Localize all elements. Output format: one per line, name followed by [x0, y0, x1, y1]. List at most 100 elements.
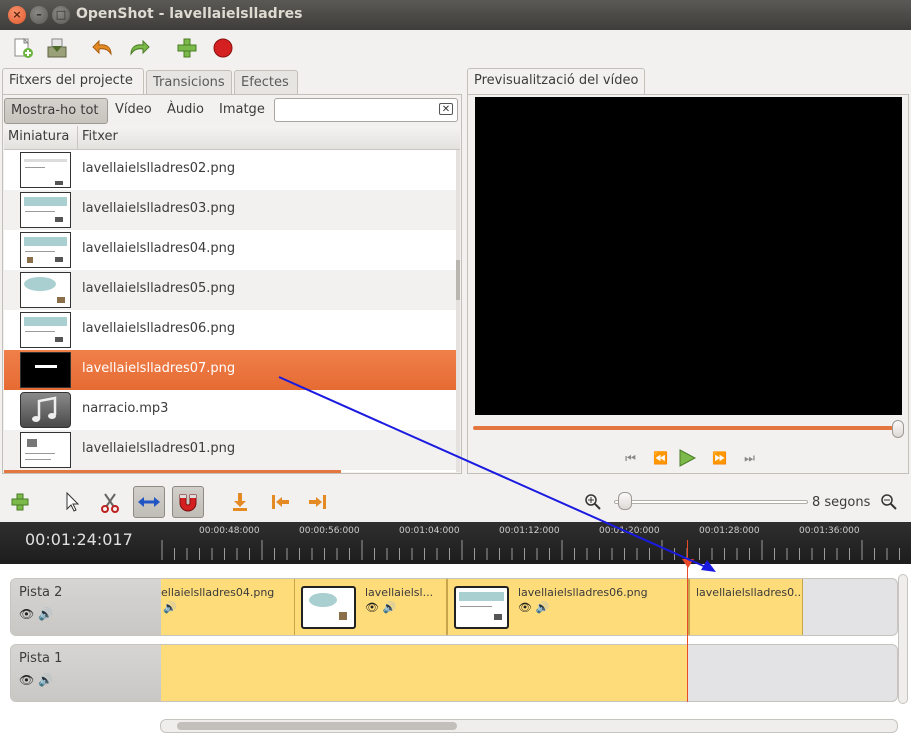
clip-name: lavellaielslladres0...: [696, 586, 802, 599]
rewind-icon[interactable]: ⏪: [649, 448, 669, 468]
window-maximize-button[interactable]: □: [52, 6, 70, 24]
timeline-clip[interactable]: lavellaielslladres06.png 👁 🔊: [447, 579, 689, 635]
undo-arrow-icon: [92, 39, 112, 56]
add-marker-button[interactable]: [224, 486, 256, 518]
timeline-clip[interactable]: lavellaielslladres0...: [689, 579, 803, 635]
zoom-slider[interactable]: [614, 500, 808, 504]
table-row[interactable]: lavellaielslladres01.png: [4, 430, 460, 470]
tick-label: 00:00:56:000: [299, 526, 360, 536]
tab-project-files[interactable]: Fitxers del projecte: [2, 68, 144, 95]
select-tool-button[interactable]: [56, 486, 88, 518]
play-button[interactable]: [677, 448, 697, 468]
speaker-icon: 🔊: [535, 601, 550, 614]
tick-label: 00:01:20:000: [599, 526, 660, 536]
resize-tool-button[interactable]: [133, 486, 165, 518]
next-marker-icon: [309, 495, 326, 509]
jump-end-icon[interactable]: ⏭: [738, 448, 758, 468]
filter-all-button[interactable]: Mostra-ho tot: [4, 98, 108, 124]
window-minimize-button[interactable]: –: [30, 6, 48, 24]
new-project-button[interactable]: [8, 34, 38, 62]
save-project-button[interactable]: [42, 34, 72, 62]
track-pista-1[interactable]: Pista 1 👁 🔊: [10, 644, 898, 702]
column-header-thumbnail[interactable]: Miniatura: [8, 129, 69, 144]
speaker-icon[interactable]: 🔊: [38, 673, 53, 687]
zoom-in-icon[interactable]: [584, 493, 602, 511]
file-name: lavellaielslladres07.png: [82, 361, 236, 376]
export-video-icon: [213, 38, 233, 58]
zoom-slider-handle[interactable]: [618, 492, 632, 510]
filter-audio-button[interactable]: Àudio: [161, 98, 210, 124]
table-row[interactable]: lavellaielslladres02.png: [4, 150, 460, 190]
thumbnail: [20, 192, 71, 228]
timeline-hscrollbar[interactable]: [160, 719, 898, 733]
file-name: lavellaielslladres06.png: [82, 321, 236, 336]
file-name: narracio.mp3: [82, 401, 169, 416]
tab-transitions[interactable]: Transicions: [146, 70, 232, 96]
zoom-label: 8 segons: [812, 495, 871, 510]
zoom-out-icon[interactable]: [880, 493, 898, 511]
file-list-hscrollbar[interactable]: [4, 470, 341, 473]
file-name: lavellaielslladres05.png: [82, 281, 236, 296]
file-name: lavellaielslladres01.png: [82, 441, 236, 456]
razor-tool-button[interactable]: [94, 486, 126, 518]
speaker-icon: 🔊: [382, 601, 397, 614]
table-row-selected[interactable]: lavellaielslladres07.png: [4, 350, 460, 390]
timeline-clip[interactable]: lavellaielsl... 👁 🔊: [294, 579, 447, 635]
track-controls: 👁 🔊: [19, 607, 53, 621]
add-files-icon: [177, 38, 197, 58]
main-toolbar: [0, 30, 911, 66]
playhead-marker-icon[interactable]: [681, 558, 695, 570]
table-row[interactable]: narracio.mp3: [4, 390, 460, 430]
visibility-eye-icon[interactable]: 👁: [19, 673, 34, 687]
speaker-icon[interactable]: 🔊: [38, 607, 53, 621]
timeline-clip[interactable]: [161, 645, 688, 701]
window-close-button[interactable]: ×: [8, 6, 26, 24]
file-table: Miniatura Fitxer lavellaielslladres02.pn…: [4, 126, 460, 472]
scrollbar-thumb[interactable]: [456, 260, 460, 300]
clip-name: lavellaielsl...: [365, 586, 434, 599]
resize-arrows-icon: [138, 497, 160, 507]
preview-seek-bar[interactable]: [473, 426, 899, 430]
timeline-clip[interactable]: ellaielslladres04.png 🔊: [161, 579, 295, 635]
track-name: Pista 1: [19, 651, 63, 666]
table-row[interactable]: lavellaielslladres06.png: [4, 310, 460, 350]
add-track-button[interactable]: [4, 486, 36, 518]
timeline-vscrollbar[interactable]: [898, 574, 908, 704]
tab-video-preview[interactable]: Previsualització del vídeo: [467, 68, 646, 95]
clear-search-icon[interactable]: ✕: [439, 103, 453, 115]
file-list-scrollbar[interactable]: [456, 150, 460, 472]
column-divider: [77, 126, 78, 150]
clip-name: lavellaielslladres06.png: [518, 586, 648, 599]
next-marker-button[interactable]: [302, 486, 334, 518]
table-header: Miniatura Fitxer: [4, 126, 460, 150]
table-row[interactable]: lavellaielslladres03.png: [4, 190, 460, 230]
table-row[interactable]: lavellaielslladres05.png: [4, 270, 460, 310]
file-name: lavellaielslladres02.png: [82, 161, 236, 176]
tick-label: 00:01:28:000: [699, 526, 760, 536]
previous-marker-button[interactable]: [264, 486, 296, 518]
add-track-icon: [11, 493, 29, 511]
scrollbar-thumb[interactable]: [177, 722, 457, 730]
jump-start-icon[interactable]: ⏮: [619, 448, 639, 468]
marker-icon: [233, 493, 247, 511]
preview-seek-handle[interactable]: [892, 420, 904, 438]
thumbnail: [20, 152, 71, 188]
fast-forward-icon[interactable]: ⏩: [708, 448, 728, 468]
import-files-button[interactable]: [172, 34, 202, 62]
track-pista-2[interactable]: Pista 2 👁 🔊 ellaielslladres04.png 🔊 lave…: [10, 578, 898, 636]
track-header: Pista 2 👁 🔊: [11, 579, 161, 635]
undo-button[interactable]: [88, 34, 118, 62]
column-header-file[interactable]: Fitxer: [82, 129, 118, 144]
clip-thumbnail: [454, 586, 509, 629]
table-row[interactable]: lavellaielslladres04.png: [4, 230, 460, 270]
filter-image-button[interactable]: Imatge: [213, 98, 271, 124]
search-input[interactable]: ✕: [274, 98, 458, 122]
redo-button[interactable]: [124, 34, 154, 62]
export-video-button[interactable]: [208, 34, 238, 62]
tab-effects[interactable]: Efectes: [234, 70, 298, 96]
filter-video-button[interactable]: Vídeo: [109, 98, 158, 124]
snap-tool-button[interactable]: [172, 486, 204, 518]
visibility-eye-icon[interactable]: 👁: [19, 607, 34, 621]
thumbnail: [20, 232, 71, 268]
previous-marker-icon: [272, 495, 289, 509]
